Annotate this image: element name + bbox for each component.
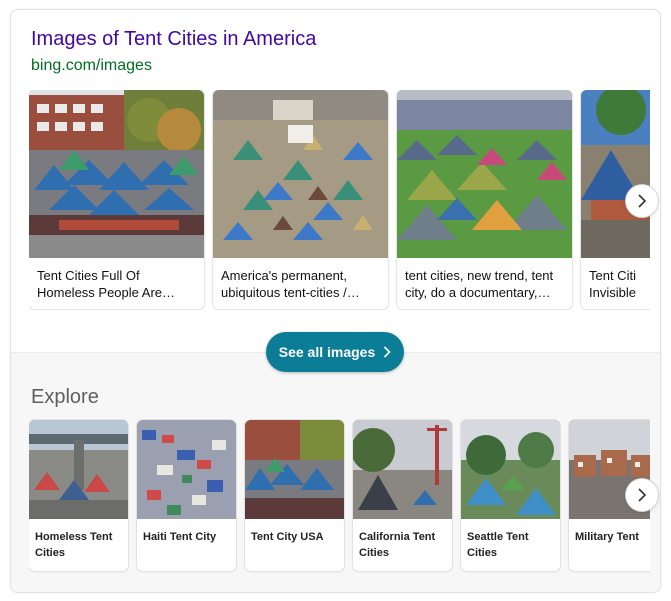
explore-tile[interactable]: Tent City USA <box>245 420 344 571</box>
explore-tile[interactable]: Haiti Tent City <box>137 420 236 571</box>
image-caption: Tent Citi Invisible <box>589 268 636 300</box>
chevron-right-icon <box>384 346 391 358</box>
image-carousel: Tent Cities Full Of Homeless People Are…… <box>29 90 650 310</box>
image-tile[interactable]: America's permanent, ubiquitous tent-cit… <box>213 90 388 309</box>
explore-caption: Military Tent <box>575 531 639 543</box>
explore-tile[interactable]: California Tent Cities <box>353 420 452 571</box>
explore-photo <box>353 420 452 519</box>
explore-photo <box>137 420 236 519</box>
explore-carousel: Homeless Tent Cities Haiti Tent City Ten… <box>29 419 650 575</box>
see-all-images-button[interactable]: See all images <box>266 332 404 372</box>
chevron-right-icon <box>638 194 647 208</box>
explore-photo <box>29 420 128 519</box>
image-caption: tent cities, new trend, tent city, do a … <box>405 268 554 300</box>
carousel-next-button[interactable] <box>626 185 658 217</box>
chevron-right-icon <box>638 488 647 502</box>
tent-city-photo <box>581 90 650 258</box>
image-caption: Tent Cities Full Of Homeless People Are… <box>37 268 176 300</box>
explore-caption: Homeless Tent Cities <box>35 531 113 559</box>
images-source-url[interactable]: bing.com/images <box>31 57 152 75</box>
explore-caption: Seattle Tent Cities <box>467 531 529 559</box>
tent-city-photo <box>213 90 388 258</box>
images-answer-card: Images of Tent Cities in America bing.co… <box>10 9 661 593</box>
image-tile[interactable]: Tent Cities Full Of Homeless People Are… <box>29 90 204 309</box>
image-caption: America's permanent, ubiquitous tent-cit… <box>221 268 360 300</box>
tent-city-photo <box>29 90 204 258</box>
explore-caption: Tent City USA <box>251 531 324 543</box>
image-tile[interactable]: tent cities, new trend, tent city, do a … <box>397 90 572 309</box>
explore-photo <box>461 420 560 519</box>
tent-city-photo <box>397 90 572 258</box>
explore-caption: California Tent Cities <box>359 531 436 559</box>
explore-tile[interactable]: Homeless Tent Cities <box>29 420 128 571</box>
explore-next-button[interactable] <box>626 479 658 511</box>
images-title-link[interactable]: Images of Tent Cities in America <box>31 28 316 51</box>
see-all-label: See all images <box>278 344 376 360</box>
explore-heading: Explore <box>31 386 99 408</box>
explore-caption: Haiti Tent City <box>143 531 217 543</box>
explore-tile[interactable]: Seattle Tent Cities <box>461 420 560 571</box>
explore-photo <box>245 420 344 519</box>
